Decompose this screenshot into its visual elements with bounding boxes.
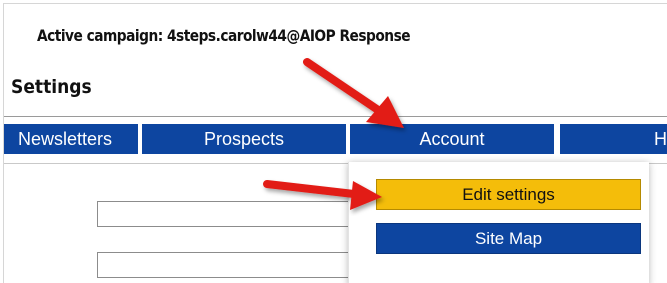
tab-account[interactable]: Account — [350, 124, 554, 154]
account-dropdown-menu: Edit settings Site Map — [348, 162, 649, 283]
edit-settings-menu-item[interactable]: Edit settings — [376, 179, 641, 210]
main-nav: Newsletters Prospects Account Help — [4, 116, 667, 164]
tab-newsletters-label: Newsletters — [17, 129, 112, 149]
tab-help[interactable]: Help — [560, 124, 667, 154]
site-map-menu-item[interactable]: Site Map — [376, 223, 641, 254]
settings-field-1[interactable] — [97, 201, 367, 227]
tab-prospects-label: Prospects — [203, 129, 285, 149]
tab-prospects[interactable]: Prospects — [142, 124, 346, 154]
app-window: Active campaign: 4steps.carolw44@AIOP Re… — [3, 3, 667, 283]
tab-newsletters[interactable]: Newsletters — [4, 124, 138, 154]
active-campaign-label: Active campaign: 4steps.carolw44@AIOP Re… — [37, 26, 411, 45]
tab-help-label: Help — [654, 129, 667, 149]
tab-account-label: Account — [419, 129, 485, 149]
settings-field-2[interactable] — [97, 252, 367, 278]
page-title: Settings — [11, 76, 92, 98]
